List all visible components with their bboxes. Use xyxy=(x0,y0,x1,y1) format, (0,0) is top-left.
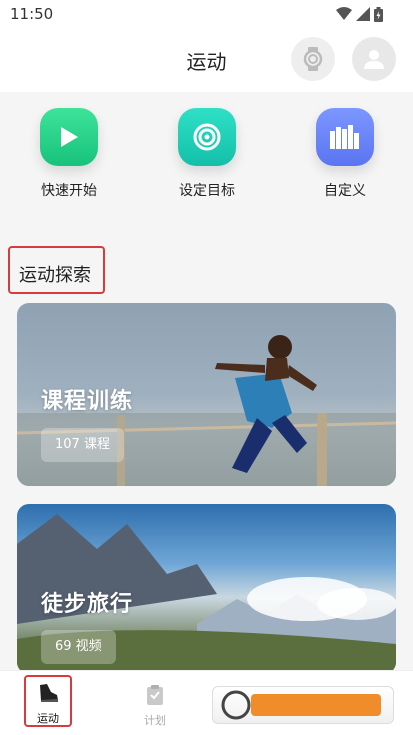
wifi-icon xyxy=(336,7,352,20)
avatar-button[interactable] xyxy=(352,37,396,81)
card-badge: 69 视频 xyxy=(41,630,116,664)
course-training-card[interactable]: 课程训练 107 课程 xyxy=(17,303,396,486)
quick-start-button[interactable]: 快速开始 xyxy=(9,108,129,200)
watch-button[interactable] xyxy=(291,37,335,81)
avatar-icon xyxy=(364,50,384,69)
battery-icon xyxy=(374,6,383,22)
section-title: 运动探索 xyxy=(8,246,105,294)
nav-label: 计划 xyxy=(144,714,166,727)
set-goal-tile[interactable] xyxy=(178,108,236,166)
status-icons xyxy=(336,6,383,22)
custom-label: 自定义 xyxy=(324,183,366,199)
target-icon xyxy=(193,123,221,151)
nav-item-plan[interactable]: 计划 xyxy=(125,677,185,728)
nav-label: 运动 xyxy=(37,712,59,725)
main-content: 快速开始 设定目标 自定义 运动探索 课程训练 107 课程 徒步旅行 69 视… xyxy=(0,92,413,674)
quick-start-label: 快速开始 xyxy=(41,183,97,199)
watch-icon xyxy=(303,47,323,71)
custom-button[interactable]: 自定义 xyxy=(285,108,405,200)
clipboard-icon xyxy=(147,685,163,705)
bars-icon xyxy=(330,125,359,149)
set-goal-button[interactable]: 设定目标 xyxy=(147,108,267,200)
watermark-icon xyxy=(221,690,381,720)
quick-start-tile[interactable] xyxy=(40,108,98,166)
card-badge: 107 课程 xyxy=(41,428,124,462)
custom-tile[interactable] xyxy=(316,108,374,166)
hiking-card[interactable]: 徒步旅行 69 视频 xyxy=(17,504,396,674)
nav-item-sport[interactable]: 运动 xyxy=(24,675,72,727)
page-title: 运动 xyxy=(186,50,227,74)
status-bar: 11:50 xyxy=(0,0,413,30)
signal-icon xyxy=(356,7,370,21)
app-header: 运动 xyxy=(0,30,413,92)
card-title: 课程训练 xyxy=(41,389,134,414)
shoe-icon xyxy=(40,684,58,702)
card-title: 徒步旅行 xyxy=(41,592,134,617)
watermark-logo xyxy=(212,686,394,724)
status-time: 11:50 xyxy=(10,5,54,23)
play-icon xyxy=(61,127,78,147)
set-goal-label: 设定目标 xyxy=(179,183,235,199)
